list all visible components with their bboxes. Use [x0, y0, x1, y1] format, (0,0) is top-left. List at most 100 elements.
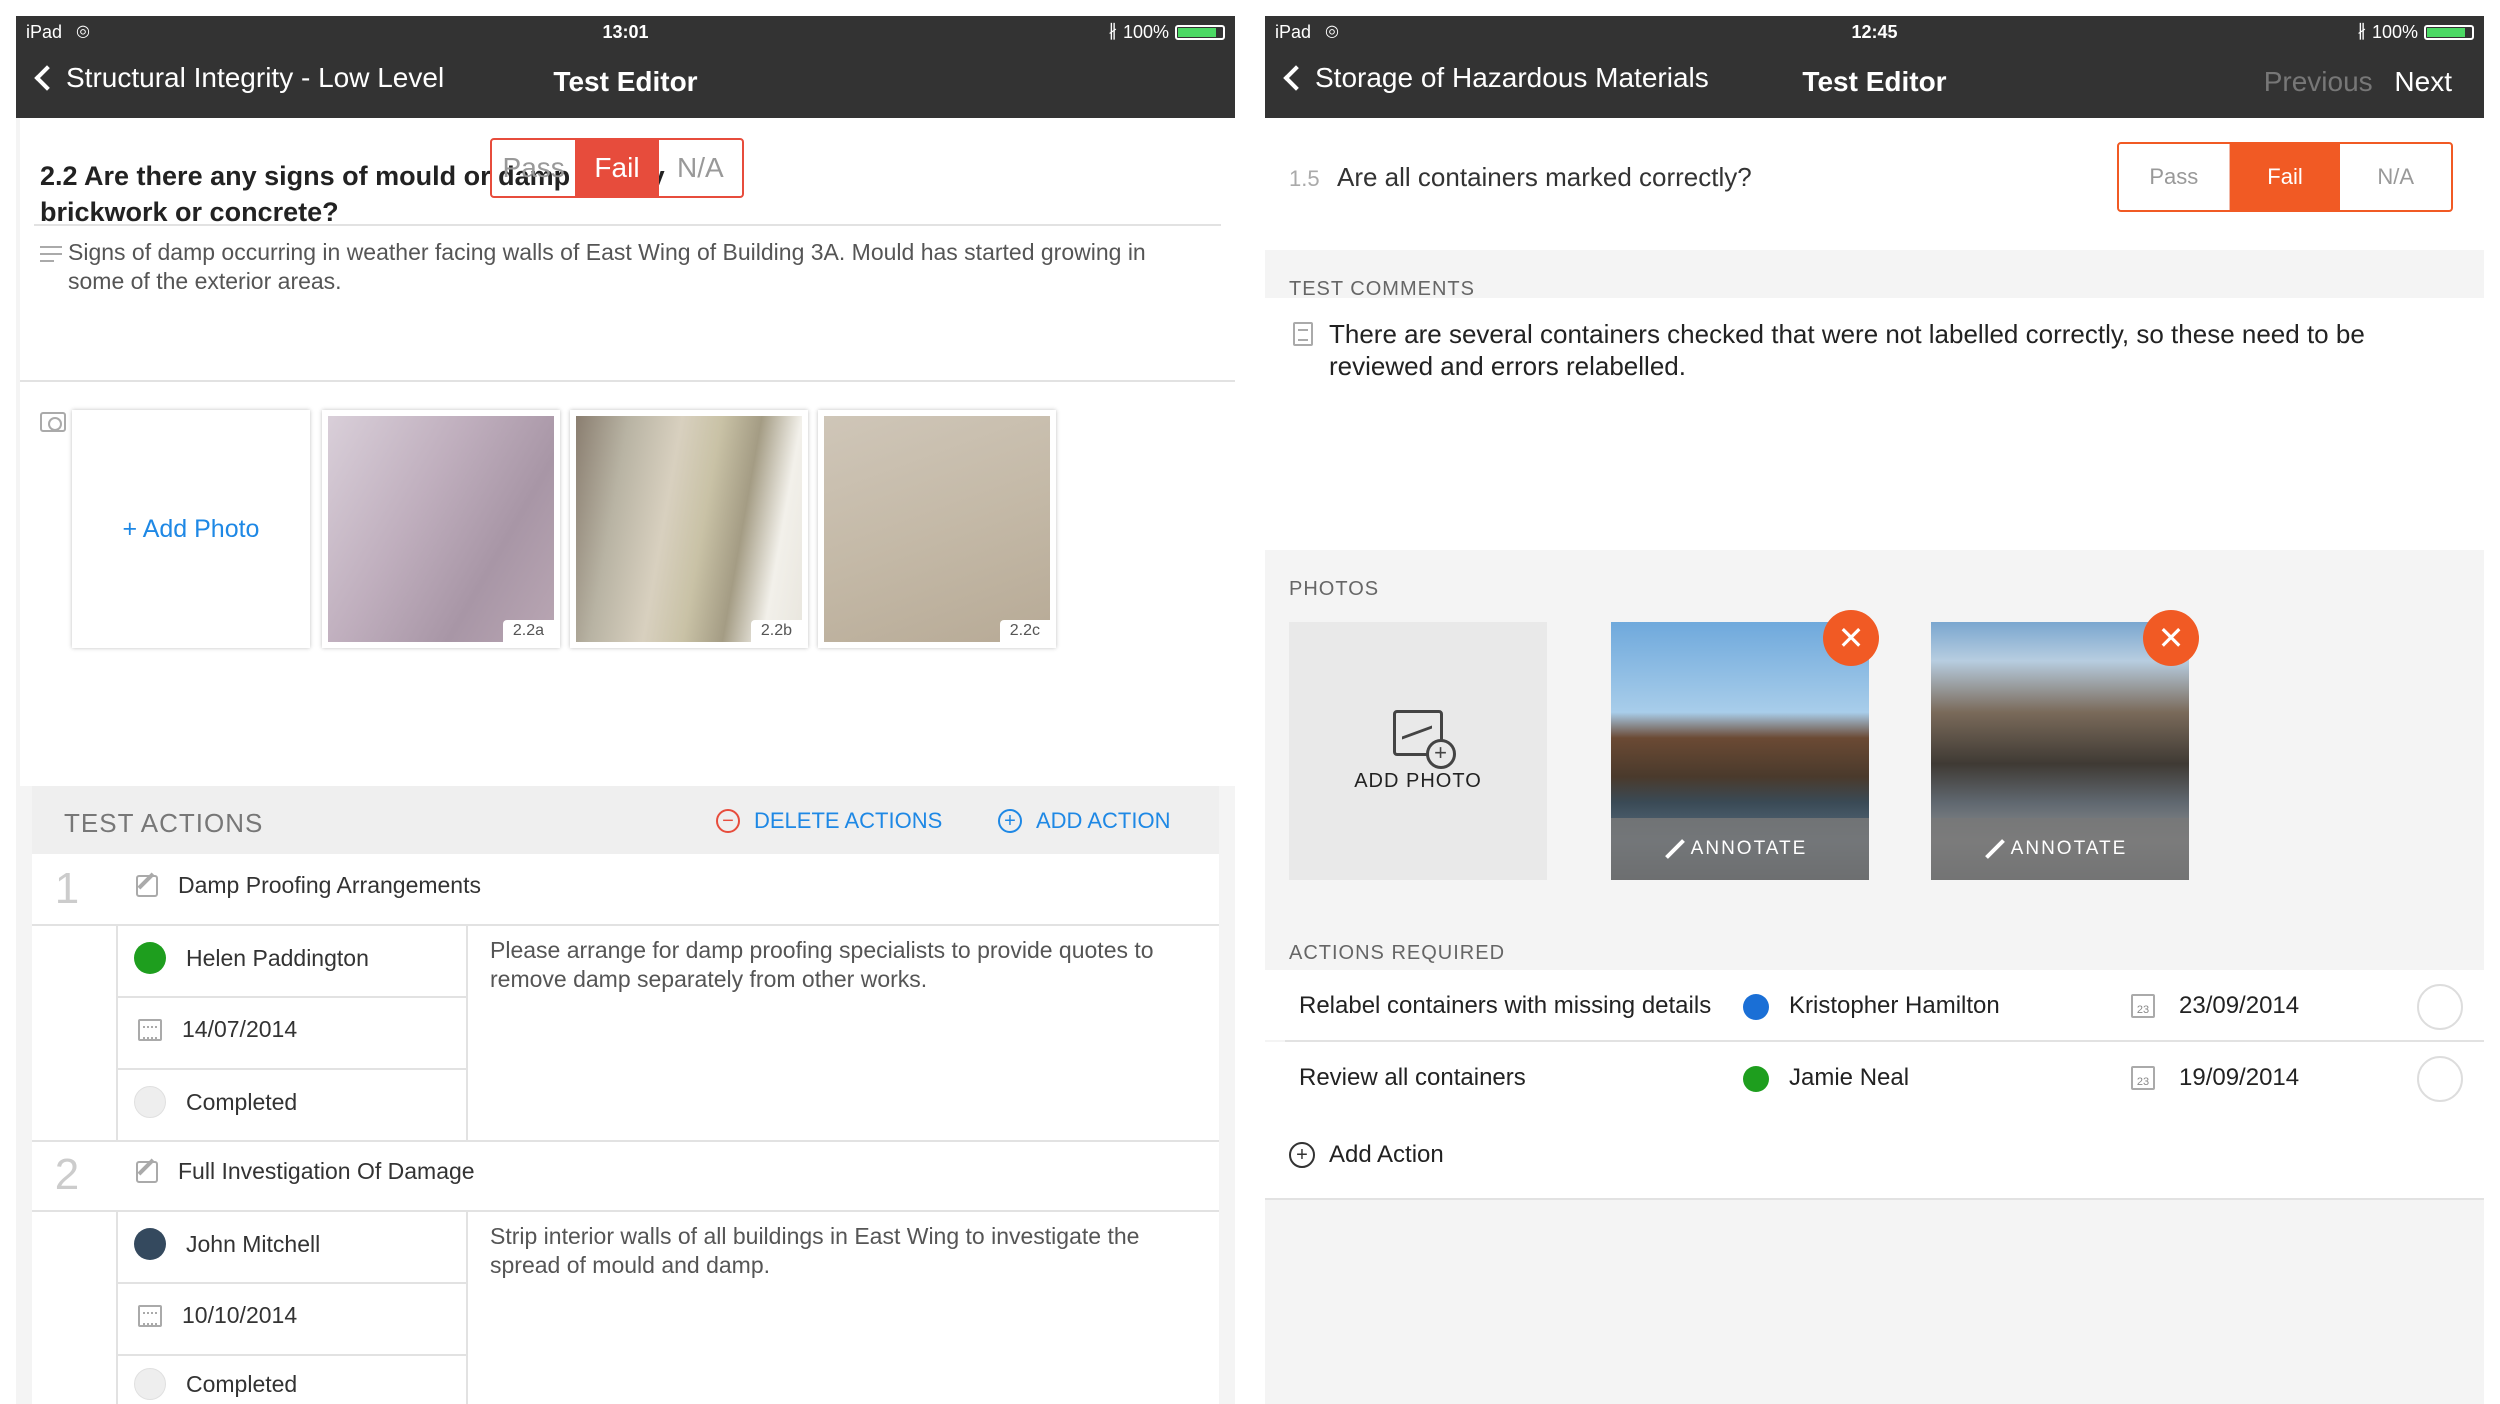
due-date-row[interactable]: 10/10/2014 [138, 1302, 297, 1329]
status-dot [134, 1368, 166, 1400]
action-description[interactable]: Please arrange for damp proofing special… [490, 936, 1190, 994]
close-icon: ✕ [1837, 620, 1865, 656]
status-dot [134, 1086, 166, 1118]
photo-thumbnail[interactable]: 2.2a [322, 410, 560, 648]
question-card: 2.2 Are there any signs of mould or damp… [20, 118, 1235, 786]
add-image-icon [1393, 709, 1456, 769]
status-text: Completed [186, 1370, 298, 1397]
due-date-row[interactable]: 14/07/2014 [138, 1016, 297, 1043]
pencil-icon [1664, 839, 1685, 859]
assignee-name: John Mitchell [186, 1230, 321, 1257]
photo-tag: 2.2c [999, 620, 1050, 642]
battery-percent: 100% [2371, 22, 2418, 42]
divider [466, 1210, 468, 1404]
page-title: Test Editor [553, 66, 698, 97]
calendar-icon [138, 1304, 162, 1327]
camera-icon [40, 412, 66, 432]
status-bar: iPad ◎ 12:45 ∦ 100% [1265, 16, 2484, 46]
battery-percent: 100% [1122, 22, 1169, 42]
question-number: 1.5 [1289, 166, 1320, 191]
complete-checkbox[interactable] [2417, 1056, 2463, 1102]
action-title-row[interactable]: Damp Proofing Arrangements [136, 872, 481, 899]
assignee-name: Kristopher Hamilton [1789, 992, 2000, 1019]
assignee-name: Helen Paddington [186, 944, 369, 971]
annotate-button[interactable]: ANNOTATE [1611, 818, 1869, 880]
add-action-row[interactable]: + Add Action [1265, 1112, 2484, 1198]
due-date: 10/10/2014 [182, 1302, 298, 1328]
add-action-button[interactable]: + ADD ACTION [998, 808, 1170, 834]
plus-circle-icon: + [998, 809, 1022, 833]
damp-photo-image [576, 416, 802, 642]
annotate-label: ANNOTATE [1690, 838, 1808, 859]
photo-thumbnail[interactable]: 2.2b [570, 410, 808, 648]
edit-icon [136, 874, 158, 897]
na-option[interactable]: N/A [659, 140, 742, 196]
pass-option[interactable]: Pass [2119, 144, 2230, 210]
calendar-icon: 23 [2131, 1066, 2155, 1090]
complete-checkbox[interactable] [2417, 984, 2463, 1030]
next-button[interactable]: Next [2394, 66, 2452, 97]
action-number: 2 [54, 1150, 80, 1199]
action-title: Review all containers [1299, 1064, 1526, 1091]
clock: 12:45 [1851, 22, 1898, 42]
document-icon [1293, 322, 1313, 346]
action-row[interactable]: Relabel containers with missing details … [1265, 970, 2484, 1040]
action-title: Relabel containers with missing details [1299, 992, 1712, 1019]
test-comment[interactable]: There are several containers checked tha… [1329, 318, 2459, 382]
remove-photo-button[interactable]: ✕ [2143, 610, 2199, 666]
clock: 13:01 [602, 22, 649, 42]
add-action-label: ADD ACTION [1036, 808, 1171, 833]
photo-thumbnail[interactable]: ANNOTATE ✕ [1611, 610, 1879, 880]
close-icon: ✕ [2157, 620, 2185, 656]
actions-label: ACTIONS REQUIRED [1289, 942, 1506, 964]
photo-tag: 2.2b [750, 620, 802, 642]
action-title-row[interactable]: Full Investigation Of Damage [136, 1158, 475, 1185]
status-row[interactable]: Completed [134, 1368, 297, 1400]
action-row[interactable]: Review all containers Jamie Neal 23 19/0… [1265, 1042, 2484, 1112]
divider [466, 924, 468, 1142]
fail-option[interactable]: Fail [575, 140, 659, 196]
assignee-row[interactable]: Helen Paddington [134, 942, 369, 974]
comments-label: TEST COMMENTS [1289, 278, 1475, 300]
divider [32, 1210, 1219, 1212]
delete-actions-label: DELETE ACTIONS [754, 808, 943, 833]
action-title: Full Investigation Of Damage [178, 1158, 475, 1184]
fail-option[interactable]: Fail [2229, 144, 2341, 210]
na-option[interactable]: N/A [2340, 144, 2451, 210]
assignee-dot [134, 1228, 166, 1260]
add-photo-label: ADD PHOTO [1354, 769, 1482, 792]
divider [116, 1282, 466, 1284]
add-photo-button[interactable]: ADD PHOTO [1289, 622, 1547, 880]
assignee-row[interactable]: John Mitchell [134, 1228, 320, 1260]
status-row[interactable]: Completed [134, 1086, 297, 1118]
calendar-icon: 23 [2131, 994, 2155, 1018]
calendar-icon [138, 1018, 162, 1041]
divider [20, 380, 1235, 382]
previous-button[interactable]: Previous [2264, 66, 2373, 97]
question-text: Are all containers marked correctly? [1337, 162, 1752, 192]
add-photo-button[interactable]: + Add Photo [72, 410, 310, 648]
photos-label: PHOTOS [1289, 578, 1380, 600]
damp-photo-image [328, 416, 554, 642]
edit-icon [136, 1160, 158, 1183]
divider [116, 924, 118, 1142]
due-date: 14/07/2014 [182, 1016, 298, 1042]
photo-thumbnail[interactable]: 2.2c [818, 410, 1056, 648]
photo-tag: 2.2a [502, 620, 554, 642]
divider [116, 1068, 466, 1070]
photo-thumbnail[interactable]: ANNOTATE ✕ [1931, 610, 2199, 880]
delete-actions-button[interactable]: − DELETE ACTIONS [716, 808, 942, 834]
due-date: 19/09/2014 [2179, 1064, 2300, 1091]
divider [116, 1210, 118, 1404]
battery-icon [2424, 25, 2474, 40]
result-toggle: Pass Fail N/A [2117, 142, 2453, 212]
divider [1265, 1198, 2484, 1200]
action-description[interactable]: Strip interior walls of all buildings in… [490, 1222, 1190, 1280]
pass-option[interactable]: Pass [492, 140, 575, 196]
annotate-button[interactable]: ANNOTATE [1931, 818, 2189, 880]
remove-photo-button[interactable]: ✕ [1823, 610, 1879, 666]
section-title: TEST ACTIONS [64, 808, 264, 838]
action-number: 1 [54, 864, 80, 913]
test-comment[interactable]: Signs of damp occurring in weather facin… [68, 238, 1198, 296]
status-bar: iPad ◎ 13:01 ∦ 100% [16, 16, 1235, 46]
